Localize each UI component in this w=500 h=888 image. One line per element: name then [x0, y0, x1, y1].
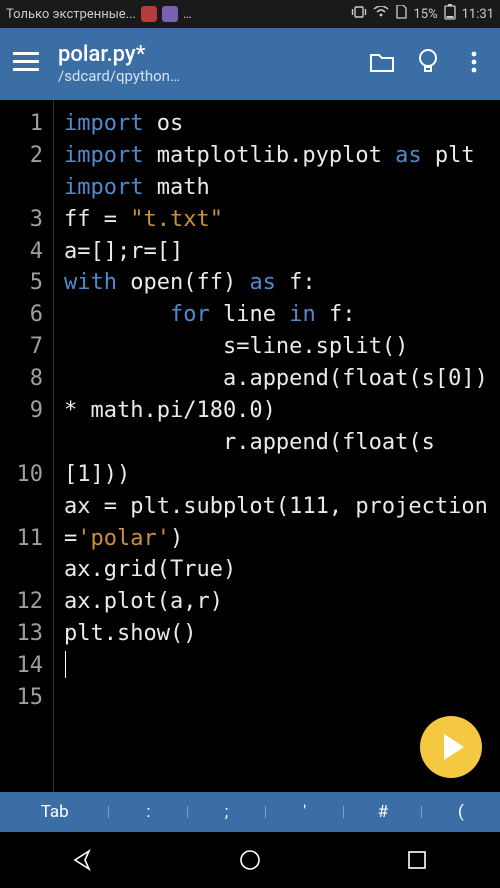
token-plain: math [143, 175, 209, 200]
token-plain: plt.show() [64, 621, 196, 646]
code-line[interactable]: import matplotlib.pyplot as plt [64, 140, 494, 172]
token-plain: a.append(float(s[0])* math.pi/180.0) [64, 366, 488, 423]
line-number: 3 [0, 204, 43, 236]
more-icon[interactable] [460, 50, 488, 78]
token-plain: open(ff) [117, 270, 249, 295]
android-navbar [0, 832, 500, 888]
code-line[interactable]: ax = plt.subplot(111, projection='polar'… [64, 491, 494, 555]
code-line[interactable]: import math [64, 172, 494, 204]
code-editor[interactable]: 123456789101112131415 import osimport ma… [0, 100, 500, 792]
token-kw: import [64, 143, 143, 168]
line-number: 10 [0, 459, 43, 491]
kbd-symbol-key[interactable]: ( [422, 802, 500, 822]
play-icon [444, 734, 464, 760]
token-plain: matplotlib.pyplot [143, 143, 395, 168]
token-plain: f: [316, 302, 356, 327]
vibrate-icon [351, 5, 367, 23]
code-line[interactable]: plt.show() [64, 618, 494, 650]
title-block: polar.py* /sdcard/qpython… [58, 43, 350, 85]
folder-icon[interactable] [368, 51, 396, 77]
line-number: 12 [0, 586, 43, 618]
file-path: /sdcard/qpython… [58, 67, 350, 85]
file-title: polar.py* [58, 43, 350, 67]
battery-pct-text: 15% [413, 7, 437, 22]
token-plain: a=[];r=[] [64, 239, 183, 264]
wifi-icon [373, 6, 389, 22]
kbd-symbol-key[interactable]: ; [188, 802, 266, 822]
line-number-wrap [0, 427, 43, 459]
status-app-icon-unknown [162, 6, 178, 22]
line-number-wrap [0, 491, 43, 523]
token-str: "t.txt" [130, 207, 223, 232]
clock-text: 11:31 [462, 7, 494, 22]
token-plain: ax.grid(True) [64, 557, 236, 582]
text-cursor [65, 651, 66, 679]
line-number: 7 [0, 331, 43, 363]
line-number: 13 [0, 618, 43, 650]
line-gutter: 123456789101112131415 [0, 100, 54, 792]
bulb-icon[interactable] [414, 48, 442, 80]
code-line[interactable]: ff = "t.txt" [64, 204, 494, 236]
token-plain: plt [422, 143, 475, 168]
token-plain: s=line.split() [64, 334, 408, 359]
code-line[interactable]: for line in f: [64, 299, 494, 331]
kbd-symbol-key[interactable]: : [109, 802, 187, 822]
code-area[interactable]: import osimport matplotlib.pyplot as plt… [54, 100, 500, 792]
sim-icon [395, 5, 407, 23]
line-number: 14 [0, 650, 43, 682]
token-kw: as [249, 270, 276, 295]
token-plain: os [143, 111, 183, 136]
menu-icon[interactable] [12, 52, 40, 76]
battery-icon [444, 4, 456, 24]
token-kw: as [395, 143, 422, 168]
token-plain: f: [276, 270, 316, 295]
line-number: 9 [0, 395, 43, 427]
token-kw: import [64, 175, 143, 200]
token-plain: line [210, 302, 289, 327]
run-button[interactable] [420, 716, 482, 778]
line-number: 4 [0, 236, 43, 268]
code-line[interactable]: r.append(float(s[1])) [64, 427, 494, 491]
line-number: 5 [0, 267, 43, 299]
line-number: 6 [0, 299, 43, 331]
token-kw: in [289, 302, 316, 327]
token-plain: ) [170, 526, 183, 551]
code-line[interactable]: with open(ff) as f: [64, 267, 494, 299]
code-line[interactable]: import os [64, 108, 494, 140]
nav-recent-button[interactable] [397, 840, 437, 880]
code-line[interactable] [64, 650, 494, 682]
code-line[interactable]: a.append(float(s[0])* math.pi/180.0) [64, 363, 494, 427]
code-line[interactable]: ax.grid(True) [64, 554, 494, 586]
token-plain: ax.plot(a,r) [64, 589, 223, 614]
line-number: 1 [0, 108, 43, 140]
line-number: 11 [0, 523, 43, 555]
nav-home-button[interactable] [230, 840, 270, 880]
token-str: 'polar' [77, 526, 170, 551]
status-network-text: Только экстренные... [6, 7, 136, 22]
line-number-wrap [0, 172, 43, 204]
kbd-symbol-key[interactable]: ' [266, 802, 344, 822]
code-line[interactable]: a=[];r=[] [64, 236, 494, 268]
line-number: 15 [0, 682, 43, 714]
line-number: 2 [0, 140, 43, 172]
status-app-icon-weather [141, 6, 157, 22]
app-header: polar.py* /sdcard/qpython… [0, 28, 500, 100]
keyboard-accessory: Tab:;'#( [0, 792, 500, 832]
code-line[interactable]: ax.plot(a,r) [64, 586, 494, 618]
token-kw: import [64, 111, 143, 136]
token-plain [64, 302, 170, 327]
status-more-indicator: … [183, 7, 192, 22]
kbd-symbol-key[interactable]: # [344, 802, 422, 822]
android-statusbar: Только экстренные... … 15% 11:31 [0, 0, 500, 28]
token-plain: ff = [64, 207, 130, 232]
nav-back-button[interactable] [63, 840, 103, 880]
line-number: 8 [0, 363, 43, 395]
token-kw: with [64, 270, 117, 295]
kbd-tab-key[interactable]: Tab [0, 802, 109, 822]
code-line[interactable]: s=line.split() [64, 331, 494, 363]
token-kw: for [170, 302, 210, 327]
line-number-wrap [0, 554, 43, 586]
token-plain: r.append(float(s[1])) [64, 430, 435, 487]
